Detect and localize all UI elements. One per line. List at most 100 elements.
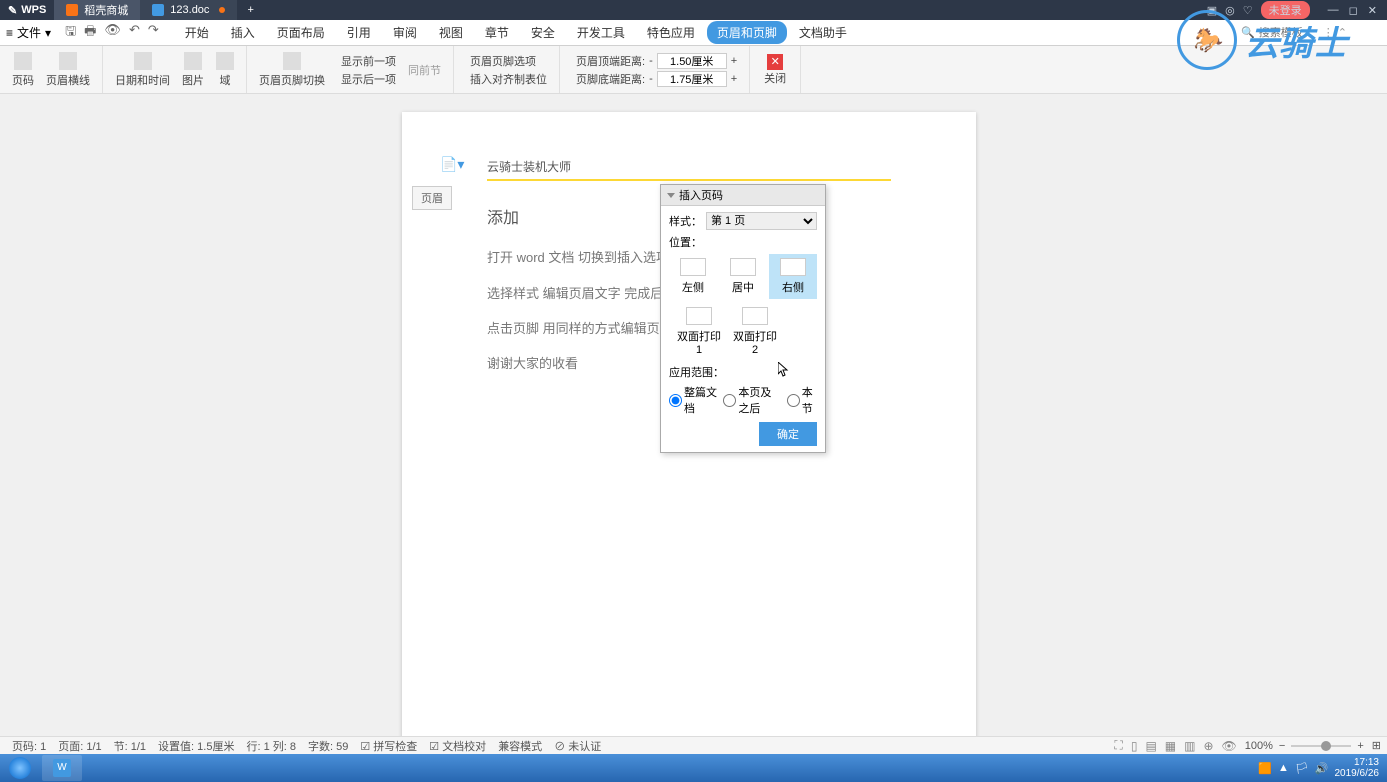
status-cert[interactable]: ⊘ 未认证 xyxy=(548,738,607,754)
spin-up[interactable]: + xyxy=(731,73,737,85)
tab-start[interactable]: 开始 xyxy=(175,21,219,44)
date-time-button[interactable]: 日期和时间 xyxy=(109,52,176,88)
more-icon[interactable]: ⋮ xyxy=(1323,26,1334,39)
login-button[interactable]: 未登录 xyxy=(1261,1,1310,19)
menubar: ≡ 文件 ▾ 🖫 🖶 👁 ↶ ↷ 开始 插入 页面布局 引用 审阅 视图 章节 … xyxy=(0,20,1387,46)
maximize-button[interactable]: ◻ xyxy=(1349,4,1358,17)
tab-special[interactable]: 特色应用 xyxy=(637,21,705,44)
header-line-button[interactable]: 页眉横线 xyxy=(40,52,96,88)
spin-down[interactable]: - xyxy=(649,55,653,67)
clock[interactable]: 17:13 2019/6/26 xyxy=(1335,757,1380,779)
scope-radios: 整篇文档 本页及之后 本节 xyxy=(669,384,817,416)
field-button[interactable]: 域 xyxy=(210,52,240,88)
view-5[interactable]: ▥ xyxy=(1182,739,1197,753)
pos-left[interactable]: 左侧 xyxy=(669,254,717,299)
view-2[interactable]: ▯ xyxy=(1129,739,1140,753)
status-proof[interactable]: ☑ 文档校对 xyxy=(423,738,492,754)
triangle-icon xyxy=(667,193,675,198)
scope-whole[interactable]: 整篇文档 xyxy=(669,384,717,416)
view-1[interactable]: ⛶ xyxy=(1112,738,1124,753)
print-icon[interactable]: 🖶 xyxy=(84,22,96,44)
status-spell[interactable]: ☑ 拼写检查 xyxy=(354,738,423,754)
zoom-out[interactable]: − xyxy=(1279,740,1285,752)
ok-button[interactable]: 确定 xyxy=(759,422,817,446)
tab-view[interactable]: 视图 xyxy=(429,21,473,44)
status-words[interactable]: 字数: 59 xyxy=(302,738,354,754)
tab-security[interactable]: 安全 xyxy=(521,21,565,44)
search-icon[interactable]: 🔍 xyxy=(1241,26,1255,39)
minimize-button[interactable]: — xyxy=(1328,4,1339,17)
tab-review[interactable]: 审阅 xyxy=(383,21,427,44)
file-menu[interactable]: ≡ 文件 ▾ xyxy=(0,24,57,41)
spin-down[interactable]: - xyxy=(649,73,653,85)
status-page-num[interactable]: 页码: 1 xyxy=(6,738,52,754)
icon-1[interactable]: ▣ xyxy=(1207,4,1217,17)
tab-document[interactable]: 123.doc xyxy=(140,0,237,20)
status-page[interactable]: 页面: 1/1 xyxy=(52,738,107,754)
pos-right[interactable]: 右侧 xyxy=(769,254,817,299)
tab-dev[interactable]: 开发工具 xyxy=(567,21,635,44)
tray-icon-3[interactable]: 🏳 xyxy=(1295,762,1309,775)
view-7[interactable]: 👁 xyxy=(1220,739,1239,753)
tab-store[interactable]: 稻壳商城 xyxy=(54,0,140,20)
close-button[interactable]: ✕ xyxy=(1368,4,1377,17)
tab-layout[interactable]: 页面布局 xyxy=(267,21,335,44)
status-section[interactable]: 节: 1/1 xyxy=(108,738,152,754)
tray-icon-1[interactable]: 🟧 xyxy=(1258,762,1272,775)
close-icon: ✕ xyxy=(767,54,783,70)
icon-2[interactable]: ◎ xyxy=(1225,4,1235,17)
tray-icon-2[interactable]: ▲ xyxy=(1278,762,1289,774)
status-compat[interactable]: 兼容模式 xyxy=(492,738,548,754)
title-right-icons: ▣ ◎ ♡ 未登录 xyxy=(1199,1,1318,19)
collapse-icon[interactable]: ⌃ xyxy=(1338,26,1347,39)
redo-icon[interactable]: ↷ xyxy=(148,22,159,44)
tab-section[interactable]: 章节 xyxy=(475,21,519,44)
footer-dist-input[interactable] xyxy=(657,71,727,87)
header-dist-input[interactable] xyxy=(657,53,727,69)
search-input[interactable] xyxy=(1259,27,1319,39)
tab-reference[interactable]: 引用 xyxy=(337,21,381,44)
hf-options-button[interactable]: 页眉页脚选项 xyxy=(466,53,547,69)
style-row: 样式： 第 1 页 xyxy=(669,212,817,230)
status-rowcol[interactable]: 行: 1 列: 8 xyxy=(240,738,302,754)
header-area[interactable]: 云骑士装机大师 xyxy=(487,154,891,181)
view-6[interactable]: ⊕ xyxy=(1201,739,1215,753)
insert-tab-button[interactable]: 插入对齐制表位 xyxy=(466,71,547,87)
scope-section[interactable]: 本节 xyxy=(787,384,817,416)
start-button[interactable] xyxy=(0,754,40,782)
show-prev-button[interactable]: 显示前一项 xyxy=(337,53,396,69)
save-icon[interactable]: 🖫 xyxy=(65,22,76,44)
spin-up[interactable]: + xyxy=(731,55,737,67)
icon-3[interactable]: ♡ xyxy=(1243,4,1253,17)
insert-page-number-dialog: 插入页码 样式： 第 1 页 位置： 左侧 居中 右侧 双面打印1 双面打印2 … xyxy=(660,184,826,453)
status-setting[interactable]: 设置值: 1.5厘米 xyxy=(152,738,240,754)
taskbar-wps[interactable]: W xyxy=(42,755,82,781)
undo-icon[interactable]: ↶ xyxy=(129,22,140,44)
view-3[interactable]: ▤ xyxy=(1143,739,1158,753)
same-prev-button[interactable]: 同前节 xyxy=(402,62,447,78)
pos-duplex1[interactable]: 双面打印1 xyxy=(675,303,723,360)
pos-center[interactable]: 居中 xyxy=(719,254,767,299)
zoom-label[interactable]: 100% xyxy=(1239,740,1279,752)
header-text[interactable]: 云骑士装机大师 xyxy=(487,154,891,181)
zoom-slider[interactable] xyxy=(1291,745,1351,747)
switch-button[interactable]: 页眉页脚切换 xyxy=(253,52,331,88)
new-tab-button[interactable]: + xyxy=(237,4,263,16)
view-4[interactable]: ▦ xyxy=(1163,739,1178,753)
header-icon[interactable]: 📄▾ xyxy=(440,156,464,173)
pos-duplex2[interactable]: 双面打印2 xyxy=(731,303,779,360)
vertical-scrollbar[interactable] xyxy=(1373,94,1387,736)
close-hf-button[interactable]: ✕ 关闭 xyxy=(756,54,794,86)
tab-insert[interactable]: 插入 xyxy=(221,21,265,44)
show-next-button[interactable]: 显示后一项 xyxy=(337,71,396,87)
preview-icon[interactable]: 👁 xyxy=(104,22,121,44)
tray-volume-icon[interactable]: 🔊 xyxy=(1315,762,1329,775)
style-select[interactable]: 第 1 页 xyxy=(706,212,817,230)
fit-button[interactable]: ⊞ xyxy=(1364,739,1381,752)
picture-button[interactable]: 图片 xyxy=(176,52,210,88)
page-number-button[interactable]: 页码 xyxy=(6,52,40,88)
tab-header-footer[interactable]: 页眉和页脚 xyxy=(707,21,787,44)
tab-label: 123.doc xyxy=(170,4,209,16)
tab-assistant[interactable]: 文档助手 xyxy=(789,21,857,44)
scope-after[interactable]: 本页及之后 xyxy=(723,384,780,416)
